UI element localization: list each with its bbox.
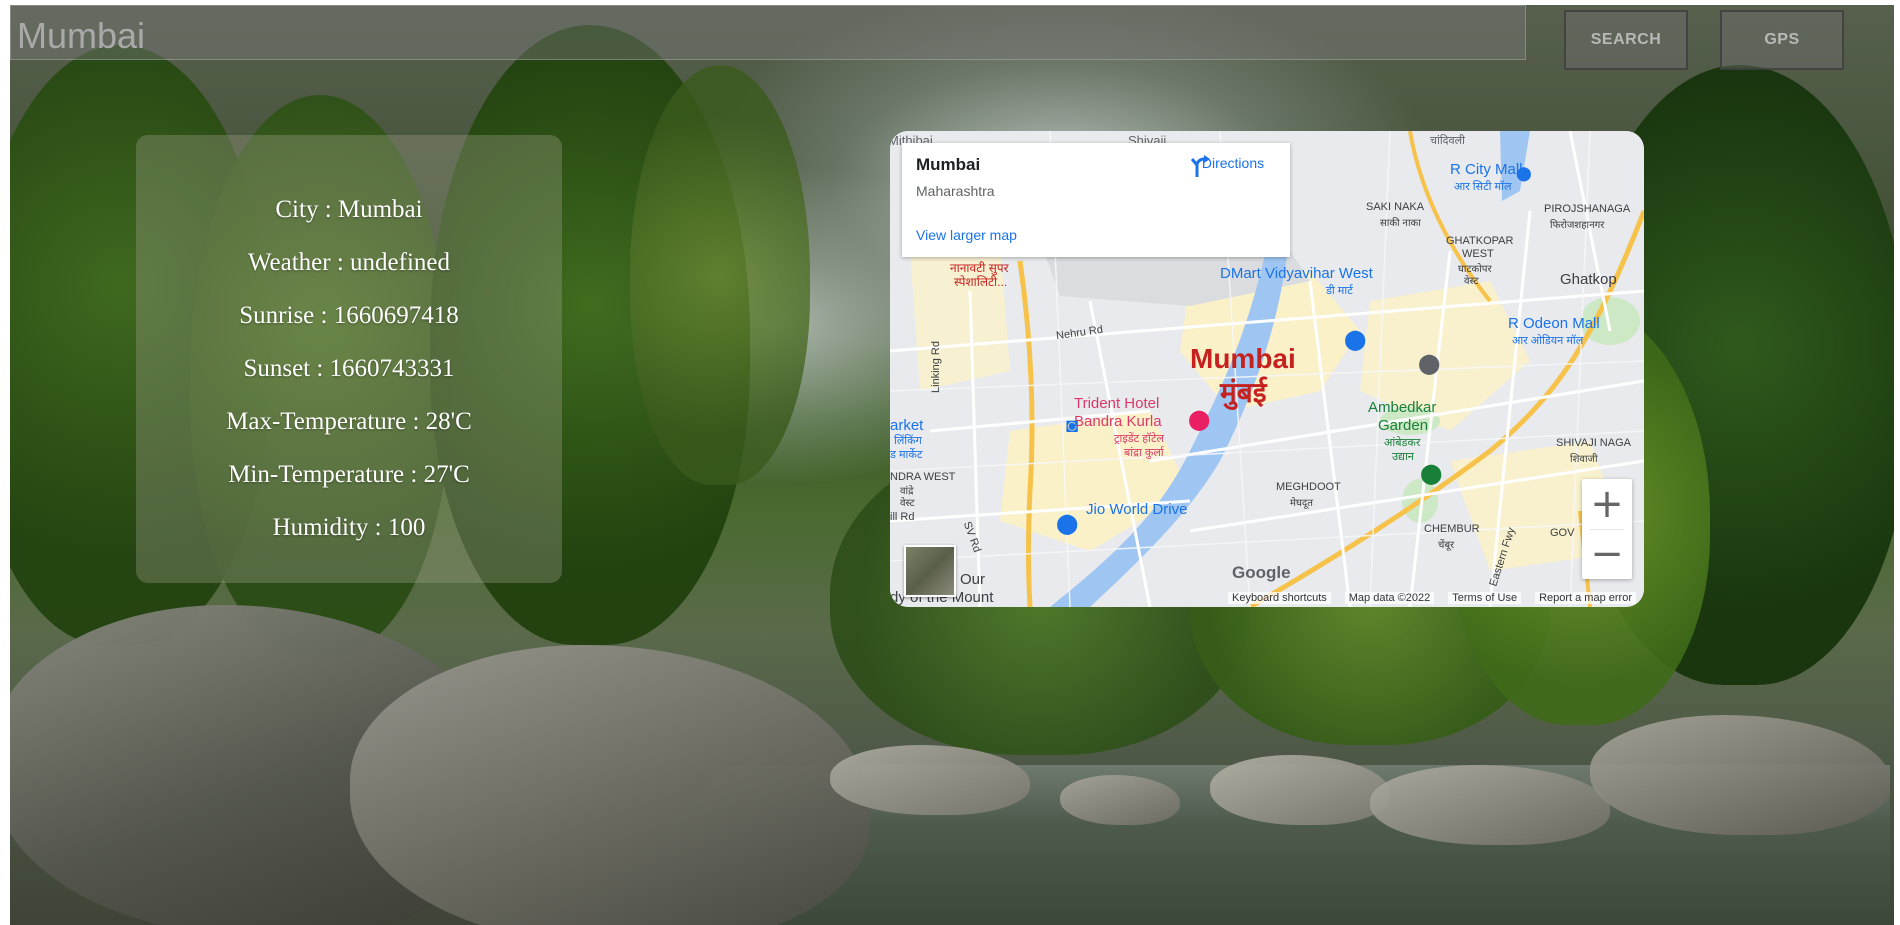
map-label: वेस्ट [1464, 276, 1479, 287]
map-poi-label: Jio World Drive [1086, 501, 1188, 518]
bus-stop-icon: ◙ [1066, 415, 1079, 437]
map-poi-label: लिंकिंग [894, 435, 922, 447]
directions-icon [1190, 155, 1210, 177]
map-label: वेस्ट [900, 498, 915, 509]
map-poi-label: डी मार्ट [1326, 285, 1353, 297]
map-poi-label: arket [890, 417, 924, 434]
map-label: GOV [1550, 527, 1575, 539]
map-poi-label: R City Mall [1450, 161, 1523, 178]
map-label: फिरोजशहानगर [1550, 220, 1605, 231]
map-poi-label: बांद्रा कुर्ला [1124, 447, 1164, 459]
city-search-input[interactable] [10, 5, 1526, 60]
map-poi-label: Ambedkar [1368, 399, 1437, 416]
sunset-row: Sunset : 1660743331 [243, 355, 455, 382]
place-info-card: Mumbai Maharashtra View larger map Direc… [902, 143, 1290, 257]
map-poi-label: Trident Hotel [1074, 395, 1160, 412]
report-map-error-link[interactable]: Report a map error [1535, 592, 1636, 604]
map-poi-label: DMart Vidyavihar West [1220, 265, 1373, 282]
map-poi-label: आंबेडकर [1384, 437, 1421, 449]
shopping-pin-icon: ⬤ [1344, 329, 1367, 351]
map-poi-label: R Odeon Mall [1508, 315, 1600, 332]
max-temperature-row: Max-Temperature : 28'C [226, 408, 472, 435]
map-label: चेंबूर [1438, 540, 1455, 551]
map-poi-label: ड मार्केट [890, 449, 923, 461]
map-poi-label: Garden [1378, 417, 1429, 434]
view-larger-map-link[interactable]: View larger map [916, 227, 1017, 243]
map-data-label: Map data ©2022 [1344, 592, 1435, 604]
gps-button[interactable]: GPS [1720, 10, 1844, 70]
city-row: City : Mumbai [275, 196, 423, 223]
google-map-embed[interactable]: Mumbai मुंबई Mithibai Shivaji चांदिवली R… [890, 131, 1644, 607]
map-label: शिवाजी [1570, 454, 1598, 465]
humidity-row: Humidity : 100 [272, 514, 426, 541]
school-pin-icon: ⬤ [1418, 353, 1441, 375]
map-poi-label: उद्यान [1392, 451, 1414, 463]
map-label: SHIVAJI NAGA [1556, 437, 1631, 449]
place-subtitle: Maharashtra [916, 183, 995, 199]
hotel-pin-icon: ⬤ [1188, 409, 1211, 431]
weather-row: Weather : undefined [247, 249, 451, 276]
map-attribution: Keyboard shortcuts Map data ©2022 Terms … [890, 589, 1644, 607]
map-label: Our [960, 571, 986, 588]
zoom-in-button[interactable]: + [1582, 479, 1632, 529]
map-label: NDRA WEST [890, 471, 956, 483]
map-label: साकी नाका [1380, 218, 1421, 229]
map-label: PIROJSHANAGA [1544, 203, 1631, 215]
zoom-controls: + − [1582, 479, 1632, 579]
shopping-pin-icon: ⬤ [1516, 165, 1532, 181]
min-temperature-row: Min-Temperature : 27'C [228, 461, 470, 488]
map-label: SAKI NAKA [1366, 201, 1425, 213]
place-title: Mumbai [916, 155, 981, 174]
search-button[interactable]: SEARCH [1564, 10, 1688, 70]
map-city-label-hi: मुंबई [1220, 377, 1267, 408]
map-label: Ghatkop [1560, 271, 1617, 288]
google-logo: Google [1232, 563, 1291, 582]
map-label: मेघदूत [1290, 498, 1313, 509]
map-poi-label: आर सिटी मॉल [1454, 181, 1512, 193]
zoom-out-button[interactable]: − [1582, 529, 1632, 579]
road-label: Linking Rd [929, 341, 942, 393]
terms-of-use-link[interactable]: Terms of Use [1448, 592, 1522, 604]
directions-button[interactable]: Directions [1188, 153, 1278, 177]
map-label: स्पेशालिटी... [954, 275, 1008, 289]
map-label: WEST [1462, 248, 1494, 260]
keyboard-shortcuts-link[interactable]: Keyboard shortcuts [1227, 592, 1331, 604]
map-label: GHATKOPAR [1446, 235, 1514, 247]
map-city-label-en: Mumbai [1190, 343, 1296, 374]
map-label: MEGHDOOT [1276, 481, 1341, 493]
park-pin-icon: ⬤ [1420, 463, 1443, 485]
road-label: ill Rd [890, 511, 915, 523]
shopping-pin-icon: ⬤ [1056, 513, 1079, 535]
map-poi-label: Bandra Kurla [1074, 413, 1162, 430]
map-label: CHEMBUR [1424, 523, 1480, 535]
sunrise-row: Sunrise : 1660697418 [239, 302, 459, 329]
map-poi-label: आर ओडियन मॉल [1512, 335, 1584, 347]
map-poi-label: ट्राइडेंट हॉटेल [1114, 433, 1164, 445]
map-label: चांदिवली [1430, 135, 1465, 147]
weather-info-card: City : Mumbai Weather : undefined Sunris… [136, 135, 562, 583]
